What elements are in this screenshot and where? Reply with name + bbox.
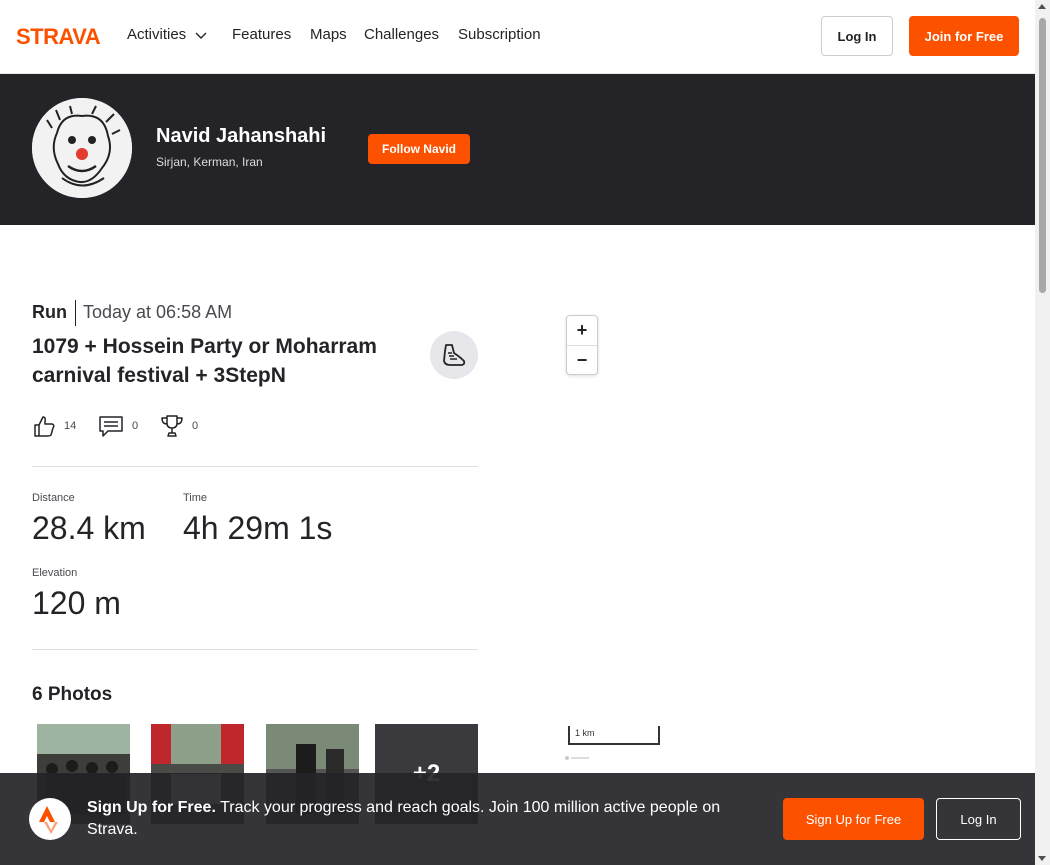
trophy-icon — [161, 415, 183, 437]
activity-type: Run — [32, 302, 67, 322]
time-label: Time — [183, 492, 208, 504]
athlete-header: Navid Jahanshahi Sirjan, Kerman, Iran Fo… — [0, 74, 1035, 225]
avatar-illustration — [32, 98, 132, 198]
nav-subscription[interactable]: Subscription — [458, 26, 541, 43]
banner-login-button[interactable]: Log In — [936, 798, 1021, 840]
login-button[interactable]: Log In — [821, 16, 893, 56]
zoom-in-button[interactable]: + — [567, 316, 597, 345]
nav-features-label: Features — [232, 26, 292, 43]
strava-badge — [29, 798, 71, 840]
map-scale: 1 km — [568, 726, 660, 745]
shoe-icon — [443, 344, 466, 366]
scroll-thumb[interactable] — [1039, 18, 1046, 293]
comment-icon — [99, 416, 123, 437]
nav-subscription-label: Subscription — [458, 26, 541, 43]
nav-challenges-label: Challenges — [364, 26, 440, 43]
join-button[interactable]: Join for Free — [909, 16, 1019, 56]
signup-button[interactable]: Sign Up for Free — [783, 798, 924, 840]
chevron-down-icon — [195, 32, 207, 39]
photos-title: 6 Photos — [32, 684, 113, 705]
stats-divider-bottom — [32, 649, 478, 650]
nav-challenges[interactable]: Challenges — [364, 26, 439, 43]
athlete-location: Sirjan, Kerman, Iran — [156, 155, 263, 169]
scroll-down-icon[interactable] — [1038, 856, 1046, 861]
map-attribution-icon — [565, 756, 589, 760]
comments-count: 0 — [132, 420, 139, 432]
athlete-avatar[interactable] — [32, 98, 132, 198]
activity-header-divider — [75, 300, 76, 326]
nav-maps-label: Maps — [310, 26, 347, 43]
zoom-out-button[interactable]: − — [567, 346, 597, 375]
thumbs-up-icon — [34, 416, 55, 437]
nav-activities[interactable]: Activities — [127, 26, 208, 43]
strava-chevron-icon — [39, 806, 58, 834]
scrollbar[interactable] — [1035, 0, 1050, 865]
nav-features[interactable]: Features — [232, 26, 291, 43]
distance-label: Distance — [32, 492, 75, 504]
signup-message: Sign Up for Free. Track your progress an… — [87, 797, 757, 841]
time-value: 4h 29m 1s — [183, 510, 333, 546]
sport-badge — [430, 331, 478, 379]
zoom-control: + − — [566, 315, 598, 375]
top-nav: STRAVA Activities Features Maps Challeng… — [0, 0, 1035, 74]
svg-text:STRAVA: STRAVA — [16, 25, 101, 47]
stats-divider-top — [32, 466, 478, 467]
activity-date: Today at 06:58 AM — [83, 302, 233, 322]
elevation-label: Elevation — [32, 567, 78, 579]
kudos-count: 14 — [64, 420, 77, 432]
achievements-count: 0 — [192, 420, 199, 432]
strava-logo[interactable]: STRAVA — [16, 25, 111, 47]
elevation-value: 120 m — [32, 585, 121, 621]
nav-activities-label: Activities — [127, 26, 187, 43]
signup-banner: Sign Up for Free. Track your progress an… — [0, 773, 1035, 865]
activity-title: 1079 + Hossein Party or Moharram carniva… — [32, 335, 377, 387]
athlete-name[interactable]: Navid Jahanshahi — [156, 125, 326, 148]
follow-button[interactable]: Follow Navid — [368, 134, 470, 164]
nav-maps[interactable]: Maps — [310, 26, 347, 43]
distance-value: 28.4 km — [32, 510, 146, 546]
comments-button[interactable]: 0 — [98, 414, 138, 438]
signup-headline: Sign Up for Free. — [87, 799, 216, 816]
achievements-button[interactable]: 0 — [160, 414, 198, 438]
scroll-up-icon[interactable] — [1038, 4, 1046, 9]
kudos-button[interactable]: 14 — [32, 414, 76, 438]
